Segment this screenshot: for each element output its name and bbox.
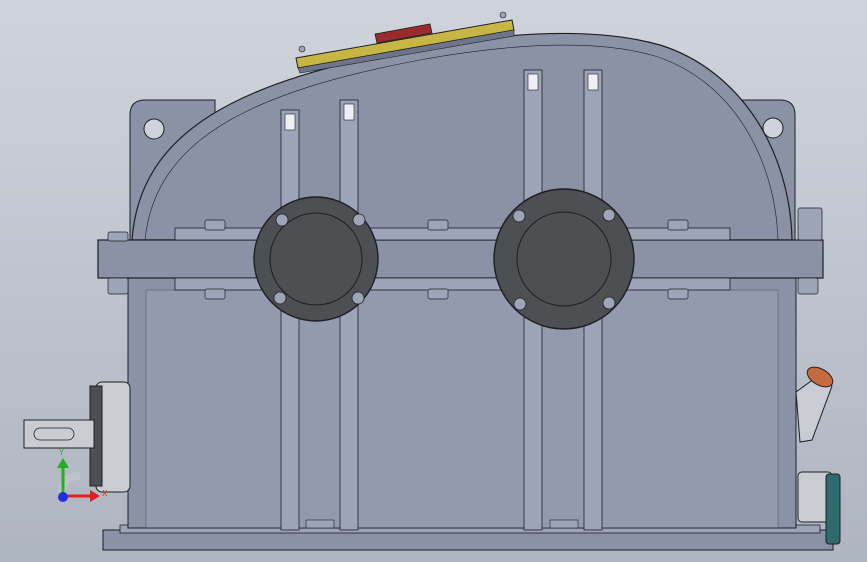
split-flange [97,239,824,279]
gearbox-model[interactable]: Y X [0,0,867,562]
gauge-bolt [298,45,306,53]
bearing-cover-left[interactable] [253,196,379,322]
oil-fill-plug[interactable] [795,363,836,443]
bearing-cover-right[interactable] [493,188,635,330]
cad-viewport[interactable]: Y X [0,0,867,562]
triad-x-label: X [102,489,108,498]
lower-housing-panel [145,289,779,529]
triad-y-label: Y [58,448,64,457]
upper-cover [131,32,793,241]
gauge-bolt [499,11,507,19]
left-lug-hole [143,118,165,140]
